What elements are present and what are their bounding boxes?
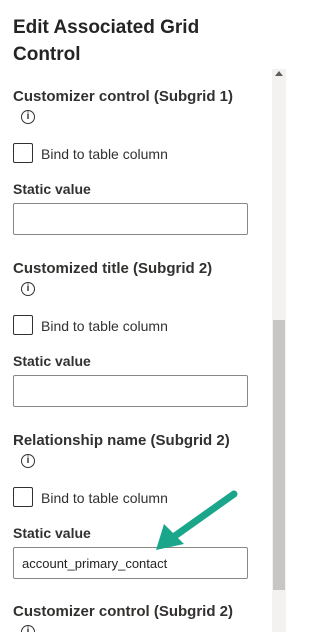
vertical-scrollbar[interactable] [272,69,286,632]
bind-to-table-column-checkbox[interactable] [13,315,33,335]
static-value-label: Static value [13,525,91,541]
bind-to-table-column-checkbox[interactable] [13,143,33,163]
checkbox-label: Bind to table column [41,146,168,162]
static-value-label: Static value [13,353,91,369]
section-heading-customizer-control-subgrid-2: Customizer control (Subgrid 2) [13,603,234,620]
info-icon[interactable]: i [21,282,35,296]
static-value-input[interactable] [13,203,248,235]
panel-title: Edit Associated Grid Control [13,17,200,65]
static-value-label: Static value [13,181,91,197]
edit-associated-grid-control-panel: Edit Associated Grid Control Customizer … [0,0,272,632]
bind-to-table-column-checkbox[interactable] [13,487,33,507]
scroll-up-arrow-icon[interactable] [275,71,283,76]
section-heading-customizer-control-subgrid-1: Customizer control (Subgrid 1) [13,88,234,105]
static-value-input[interactable] [13,375,248,407]
annotation-arrow-icon [156,490,238,550]
info-icon[interactable]: i [21,625,35,632]
checkbox-label: Bind to table column [41,490,168,506]
section-heading-relationship-name-subgrid-2: Relationship name (Subgrid 2) [13,432,230,449]
info-icon[interactable]: i [21,110,35,124]
scrollbar-thumb[interactable] [273,320,285,590]
section-heading-customized-title-subgrid-2: Customized title (Subgrid 2) [13,260,213,277]
checkbox-label: Bind to table column [41,318,168,334]
info-icon[interactable]: i [21,454,35,468]
